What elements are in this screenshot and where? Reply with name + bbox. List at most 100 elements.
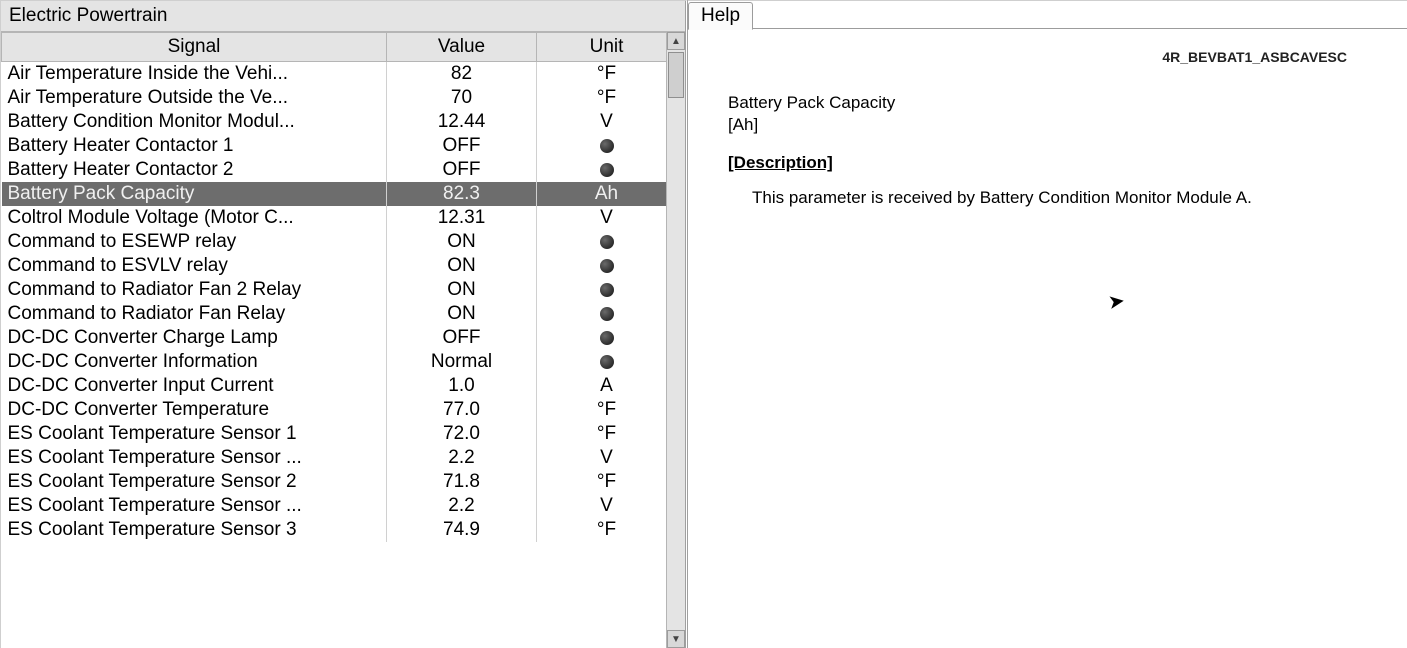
tab-help[interactable]: Help	[688, 2, 753, 30]
table-row[interactable]: ES Coolant Temperature Sensor 271.8°F	[2, 470, 667, 494]
scroll-down-button[interactable]: ▼	[667, 630, 685, 648]
cell-signal: DC-DC Converter Temperature	[2, 398, 387, 422]
table-row[interactable]: Battery Pack Capacity82.3Ah	[2, 182, 667, 206]
cell-unit	[537, 254, 667, 278]
cell-value: 2.2	[387, 446, 537, 470]
app-root: Electric Powertrain Signal Value Unit Ai…	[0, 0, 1407, 648]
cell-signal: ES Coolant Temperature Sensor 2	[2, 470, 387, 494]
cell-signal: DC-DC Converter Information	[2, 350, 387, 374]
grid-wrap: Signal Value Unit Air Temperature Inside…	[1, 32, 685, 648]
cell-unit: V	[537, 494, 667, 518]
cell-value: ON	[387, 230, 537, 254]
cell-value: 77.0	[387, 398, 537, 422]
help-description-text: This parameter is received by Battery Co…	[728, 187, 1272, 210]
tab-bar: Help	[688, 1, 1407, 29]
pane-title: Electric Powertrain	[1, 1, 685, 32]
signals-pane: Electric Powertrain Signal Value Unit Ai…	[0, 0, 688, 648]
cell-signal: Command to ESVLV relay	[2, 254, 387, 278]
signals-table: Signal Value Unit Air Temperature Inside…	[1, 32, 666, 542]
cell-signal: ES Coolant Temperature Sensor 3	[2, 518, 387, 542]
cell-value: 1.0	[387, 374, 537, 398]
cell-unit	[537, 350, 667, 374]
cell-unit	[537, 302, 667, 326]
cell-value: Normal	[387, 350, 537, 374]
status-led-icon	[600, 283, 614, 297]
table-row[interactable]: Battery Condition Monitor Modul...12.44V	[2, 110, 667, 134]
table-row[interactable]: ES Coolant Temperature Sensor ...2.2V	[2, 446, 667, 470]
table-row[interactable]: Command to ESVLV relayON	[2, 254, 667, 278]
cell-unit: °F	[537, 470, 667, 494]
cell-signal: Command to Radiator Fan Relay	[2, 302, 387, 326]
cell-signal: Command to ESEWP relay	[2, 230, 387, 254]
cell-unit	[537, 158, 667, 182]
table-row[interactable]: Coltrol Module Voltage (Motor C...12.31V	[2, 206, 667, 230]
cell-unit	[537, 326, 667, 350]
cell-signal: Command to Radiator Fan 2 Relay	[2, 278, 387, 302]
cell-signal: ES Coolant Temperature Sensor ...	[2, 446, 387, 470]
cell-value: ON	[387, 278, 537, 302]
cell-value: ON	[387, 254, 537, 278]
table-row[interactable]: Air Temperature Inside the Vehi...82°F	[2, 62, 667, 87]
help-description-heading: [Description]	[728, 153, 1367, 173]
cell-value: 2.2	[387, 494, 537, 518]
table-row[interactable]: Command to ESEWP relayON	[2, 230, 667, 254]
table-row[interactable]: Air Temperature Outside the Ve...70°F	[2, 86, 667, 110]
cell-signal: DC-DC Converter Charge Lamp	[2, 326, 387, 350]
cell-unit: V	[537, 206, 667, 230]
help-param-code: 4R_BEVBAT1_ASBCAVESC	[728, 49, 1367, 65]
table-header-row: Signal Value Unit	[2, 33, 667, 62]
cell-unit: V	[537, 110, 667, 134]
status-led-icon	[600, 307, 614, 321]
table-row[interactable]: DC-DC Converter InformationNormal	[2, 350, 667, 374]
cell-unit: A	[537, 374, 667, 398]
table-row[interactable]: ES Coolant Temperature Sensor ...2.2V	[2, 494, 667, 518]
table-row[interactable]: DC-DC Converter Temperature77.0°F	[2, 398, 667, 422]
cell-signal: Air Temperature Outside the Ve...	[2, 86, 387, 110]
help-param-unit: [Ah]	[728, 115, 1367, 135]
table-row[interactable]: ES Coolant Temperature Sensor 374.9°F	[2, 518, 667, 542]
table-row[interactable]: DC-DC Converter Input Current1.0A	[2, 374, 667, 398]
cell-signal: Battery Heater Contactor 1	[2, 134, 387, 158]
status-led-icon	[600, 259, 614, 273]
table-row[interactable]: Command to Radiator Fan RelayON	[2, 302, 667, 326]
cell-signal: ES Coolant Temperature Sensor 1	[2, 422, 387, 446]
table-row[interactable]: Battery Heater Contactor 1OFF	[2, 134, 667, 158]
tab-baseline	[688, 28, 1407, 29]
cell-value: 74.9	[387, 518, 537, 542]
cell-unit	[537, 134, 667, 158]
table-row[interactable]: Battery Heater Contactor 2OFF	[2, 158, 667, 182]
cell-value: 71.8	[387, 470, 537, 494]
cell-unit: Ah	[537, 182, 667, 206]
cell-unit: °F	[537, 422, 667, 446]
scroll-up-button[interactable]: ▲	[667, 32, 685, 50]
cell-value: 12.31	[387, 206, 537, 230]
table-row[interactable]: DC-DC Converter Charge LampOFF	[2, 326, 667, 350]
help-body: 4R_BEVBAT1_ASBCAVESC Battery Pack Capaci…	[688, 29, 1407, 230]
cell-unit: V	[537, 446, 667, 470]
status-led-icon	[600, 355, 614, 369]
status-led-icon	[600, 331, 614, 345]
vertical-scrollbar[interactable]: ▲ ▼	[666, 32, 685, 648]
col-value-header[interactable]: Value	[387, 33, 537, 62]
status-led-icon	[600, 139, 614, 153]
col-signal-header[interactable]: Signal	[2, 33, 387, 62]
cell-value: 72.0	[387, 422, 537, 446]
table-row[interactable]: ES Coolant Temperature Sensor 172.0°F	[2, 422, 667, 446]
cell-unit	[537, 278, 667, 302]
scroll-thumb[interactable]	[668, 52, 684, 98]
col-unit-header[interactable]: Unit	[537, 33, 667, 62]
cell-signal: Coltrol Module Voltage (Motor C...	[2, 206, 387, 230]
cell-signal: Battery Condition Monitor Modul...	[2, 110, 387, 134]
cell-signal: Battery Heater Contactor 2	[2, 158, 387, 182]
help-pane: Help 4R_BEVBAT1_ASBCAVESC Battery Pack C…	[688, 0, 1407, 648]
cell-signal: ES Coolant Temperature Sensor ...	[2, 494, 387, 518]
table-row[interactable]: Command to Radiator Fan 2 RelayON	[2, 278, 667, 302]
cell-unit: °F	[537, 86, 667, 110]
cell-signal: Battery Pack Capacity	[2, 182, 387, 206]
signals-grid: Signal Value Unit Air Temperature Inside…	[1, 32, 666, 648]
help-param-name: Battery Pack Capacity	[728, 93, 1367, 113]
cell-value: OFF	[387, 158, 537, 182]
cell-signal: Air Temperature Inside the Vehi...	[2, 62, 387, 87]
cell-value: 12.44	[387, 110, 537, 134]
cell-value: 82	[387, 62, 537, 87]
